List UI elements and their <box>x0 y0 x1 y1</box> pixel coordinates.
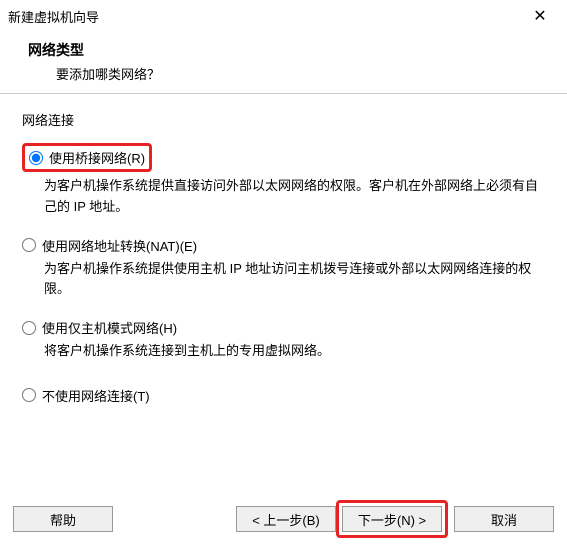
option-hostonly: 使用仅主机模式网络(H) 将客户机操作系统连接到主机上的专用虚拟网络。 <box>22 318 545 362</box>
title-bar: 新建虚拟机向导 ✕ <box>0 0 567 28</box>
hostonly-desc: 将客户机操作系统连接到主机上的专用虚拟网络。 <box>44 341 545 362</box>
radio-none-label[interactable]: 不使用网络连接(T) <box>42 386 150 405</box>
back-button[interactable]: < 上一步(B) <box>236 506 336 532</box>
footer: 帮助 < 上一步(B) 下一步(N) > 取消 <box>13 500 554 538</box>
radio-nat-label[interactable]: 使用网络地址转换(NAT)(E) <box>42 236 197 255</box>
option-none: 不使用网络连接(T) <box>22 386 545 405</box>
highlight-bridged: 使用桥接网络(R) <box>22 143 152 172</box>
radio-nat[interactable] <box>22 238 36 252</box>
page-subtitle: 要添加哪类网络？ <box>56 64 557 83</box>
radio-bridged-label[interactable]: 使用桥接网络(R) <box>49 148 145 167</box>
close-icon[interactable]: ✕ <box>525 6 555 26</box>
next-button[interactable]: 下一步(N) > <box>342 506 442 532</box>
highlight-next: 下一步(N) > <box>336 500 448 538</box>
option-bridged: 使用桥接网络(R) 为客户机操作系统提供直接访问外部以太网网络的权限。客户机在外… <box>22 143 545 218</box>
content-area: 网络连接 使用桥接网络(R) 为客户机操作系统提供直接访问外部以太网网络的权限。… <box>0 94 567 405</box>
cancel-button[interactable]: 取消 <box>454 506 554 532</box>
radio-bridged[interactable] <box>29 151 43 165</box>
bridged-desc: 为客户机操作系统提供直接访问外部以太网网络的权限。客户机在外部网络上必须有自己的… <box>44 176 545 218</box>
window-title: 新建虚拟机向导 <box>8 7 99 26</box>
option-nat: 使用网络地址转换(NAT)(E) 为客户机操作系统提供使用主机 IP 地址访问主… <box>22 236 545 301</box>
help-button[interactable]: 帮助 <box>13 506 113 532</box>
nat-desc: 为客户机操作系统提供使用主机 IP 地址访问主机拨号连接或外部以太网网络连接的权… <box>44 259 545 301</box>
group-label: 网络连接 <box>22 110 545 129</box>
page-title: 网络类型 <box>28 40 557 60</box>
radio-hostonly-label[interactable]: 使用仅主机模式网络(H) <box>42 318 177 337</box>
radio-none[interactable] <box>22 388 36 402</box>
wizard-header: 网络类型 要添加哪类网络？ <box>0 28 567 93</box>
radio-hostonly[interactable] <box>22 321 36 335</box>
